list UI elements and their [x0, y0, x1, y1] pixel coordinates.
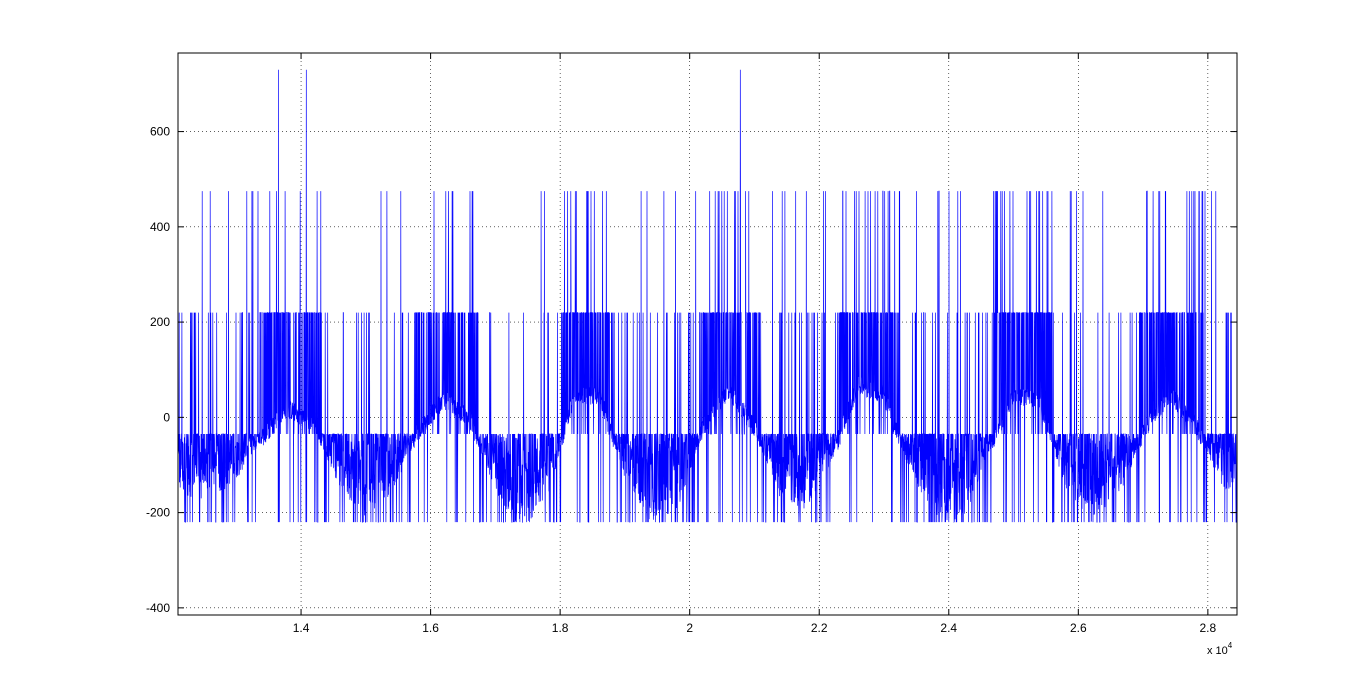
x-tick-label: 2.2: [811, 621, 828, 635]
y-tick-label: 0: [163, 410, 170, 424]
y-tick-label: 400: [150, 220, 170, 234]
y-tick-label: 200: [150, 315, 170, 329]
x-tick-label: 1.4: [293, 621, 310, 635]
x-tick-label: 1.6: [422, 621, 439, 635]
x-tick-label: 2.4: [940, 621, 957, 635]
y-tick-label: -400: [146, 601, 170, 615]
x-tick-label: 2.6: [1070, 621, 1087, 635]
x-tick-label: 1.8: [552, 621, 569, 635]
x-tick-label: 2: [686, 621, 693, 635]
y-tick-label: 600: [150, 125, 170, 139]
y-tick-label: -200: [146, 506, 170, 520]
x-tick-label: 2.8: [1200, 621, 1217, 635]
chart-figure: 1.4 1.6 1.8 2 2.2 2.4 2.6 2.8 -400 -200 0 200 400 600…: [0, 0, 1366, 691]
